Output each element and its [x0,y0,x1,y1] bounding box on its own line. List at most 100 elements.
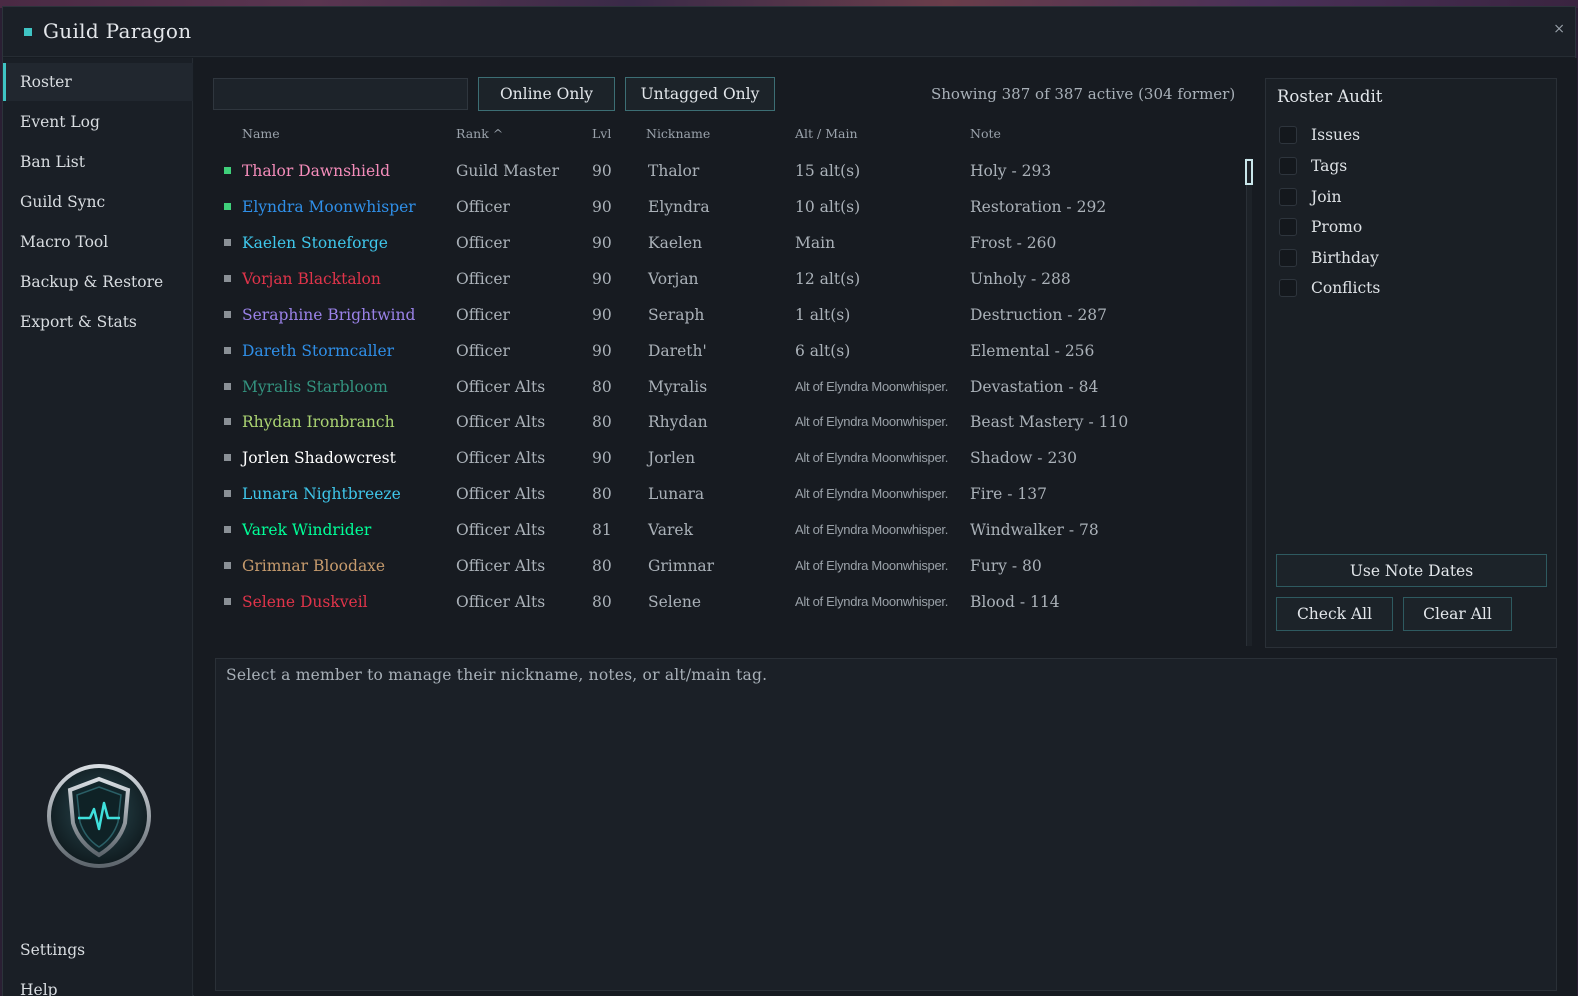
audit-check-join[interactable]: Join [1279,186,1342,208]
cell-rank: Officer [456,198,510,216]
cell-lvl: 90 [592,306,612,324]
cell-rank: Officer Alts [456,449,546,467]
untagged-only-button[interactable]: Untagged Only [625,77,775,111]
cell-rank: Officer [456,342,510,360]
cell-name: Selene Duskveil [242,593,368,611]
audit-check-tags[interactable]: Tags [1279,155,1347,177]
sidebar-item-settings[interactable]: Settings [3,931,193,969]
column-header-nickname[interactable]: Nickname [646,126,710,141]
checkbox-label: Join [1311,188,1342,206]
cell-name: Jorlen Shadowcrest [242,449,396,467]
cell-rank: Officer Alts [456,485,546,503]
cell-nickname: Kaelen [648,234,703,252]
cell-name: Vorjan Blacktalon [242,270,381,288]
table-row[interactable]: Jorlen Shadowcrest Officer Alts 90 Jorlen Al… [214,440,1234,476]
audit-check-conflicts[interactable]: Conflicts [1279,277,1380,299]
checkbox[interactable] [1279,279,1297,297]
column-header-level[interactable]: Lvl [592,126,611,141]
close-button[interactable]: × [1553,21,1565,37]
table-row[interactable]: Vorjan Blacktalon Officer 90 Vorjan 12 alt(s… [214,261,1234,297]
sidebar-item-help[interactable]: Help [3,971,193,996]
checkbox[interactable] [1279,188,1297,206]
offline-status-icon [224,490,231,497]
roster-scrollbar[interactable] [1246,158,1252,646]
title-bar[interactable]: Guild Paragon × [3,7,1575,57]
roster-audit-panel: Roster Audit Issues Tags Join Promo Birt… [1265,78,1557,648]
roster-count-text: Showing 387 of 387 active (304 former) [931,85,1236,103]
table-row[interactable]: Thalor Dawnshield Guild Master 90 Thalor 15 … [214,153,1234,189]
sidebar-item-export-stats[interactable]: Export & Stats [3,303,193,341]
table-row[interactable]: Myralis Starbloom Officer Alts 80 Myralis Al… [214,369,1234,405]
cell-nickname: Rhydan [648,413,708,431]
checkbox[interactable] [1279,249,1297,267]
clear-all-button[interactable]: Clear All [1403,597,1512,631]
cell-rank: Guild Master [456,162,560,180]
cell-note: Fury - 80 [970,557,1042,575]
offline-status-icon [224,598,231,605]
use-note-dates-button[interactable]: Use Note Dates [1276,554,1547,587]
audit-check-promo[interactable]: Promo [1279,216,1362,238]
cell-rank: Officer [456,270,510,288]
cell-nickname: Selene [648,593,702,611]
cell-name: Seraphine Brightwind [242,306,416,324]
cell-lvl: 80 [592,413,612,431]
offline-status-icon [224,454,231,461]
sidebar-item-event-log[interactable]: Event Log [3,103,193,141]
cell-nickname: Grimnar [648,557,715,575]
cell-note: Frost - 260 [970,234,1057,252]
online-only-button[interactable]: Online Only [478,77,615,111]
table-row[interactable]: Grimnar Bloodaxe Officer Alts 80 Grimnar Alt… [214,548,1234,584]
table-row[interactable]: Kaelen Stoneforge Officer 90 Kaelen Main Fros… [214,225,1234,261]
offline-status-icon [224,383,231,390]
checkbox[interactable] [1279,157,1297,175]
cell-name: Elyndra Moonwhisper [242,198,416,216]
cell-rank: Officer Alts [456,413,546,431]
cell-altmain: Alt of Elyndra Moonwhisper. [795,414,949,429]
cell-name: Dareth Stormcaller [242,342,395,360]
cell-nickname: Jorlen [648,449,696,467]
table-row[interactable]: Rhydan Ironbranch Officer Alts 80 Rhydan Alt… [214,404,1234,440]
audit-check-issues[interactable]: Issues [1279,124,1360,146]
cell-rank: Officer [456,234,510,252]
cell-rank: Officer Alts [456,557,546,575]
cell-altmain: 6 alt(s) [795,342,851,360]
roster-scrollbar-thumb[interactable] [1245,159,1253,185]
cell-name: Thalor Dawnshield [242,162,391,180]
cell-nickname: Varek [648,521,693,539]
offline-status-icon [224,347,231,354]
table-row[interactable]: Elyndra Moonwhisper Officer 90 Elyndra 10 al… [214,189,1234,225]
column-header-note[interactable]: Note [970,126,1001,141]
offline-status-icon [224,239,231,246]
table-row[interactable]: Seraphine Brightwind Officer 90 Seraph 1 alt… [214,297,1234,333]
audit-check-birthday[interactable]: Birthday [1279,247,1379,269]
table-row[interactable]: Lunara Nightbreeze Officer Alts 80 Lunara Al… [214,476,1234,512]
check-all-button[interactable]: Check All [1276,597,1393,631]
sidebar-item-ban-list[interactable]: Ban List [3,143,193,181]
online-status-icon [224,203,231,210]
sidebar-item-roster[interactable]: Roster [3,63,193,101]
table-row[interactable]: Varek Windrider Officer Alts 81 Varek Alt of… [214,512,1234,548]
cell-altmain: 10 alt(s) [795,198,861,216]
sidebar-item-macro-tool[interactable]: Macro Tool [3,223,193,261]
offline-status-icon [224,275,231,282]
sidebar-item-guild-sync[interactable]: Guild Sync [3,183,193,221]
table-row[interactable]: Selene Duskveil Officer Alts 80 Selene Alt o… [214,584,1234,620]
search-input[interactable] [214,79,467,109]
table-row[interactable]: Dareth Stormcaller Officer 90 Dareth' 6 alt(… [214,333,1234,369]
cell-name: Lunara Nightbreeze [242,485,401,503]
cell-nickname: Myralis [648,378,708,396]
checkbox[interactable] [1279,218,1297,236]
checkbox[interactable] [1279,126,1297,144]
search-input-box[interactable] [213,78,468,110]
detail-placeholder-text: Select a member to manage their nickname… [226,666,768,684]
cell-nickname: Thalor [648,162,700,180]
cell-lvl: 81 [592,521,612,539]
cell-name: Varek Windrider [242,521,372,539]
cell-altmain: Alt of Elyndra Moonwhisper. [795,522,949,537]
column-header-name[interactable]: Name [242,126,280,141]
column-header-rank[interactable]: Rank ^ [456,126,503,141]
sidebar-item-backup-restore[interactable]: Backup & Restore [3,263,193,301]
cell-note: Unholy - 288 [970,270,1071,288]
column-header-alt-main[interactable]: Alt / Main [795,126,858,141]
cell-note: Blood - 114 [970,593,1060,611]
